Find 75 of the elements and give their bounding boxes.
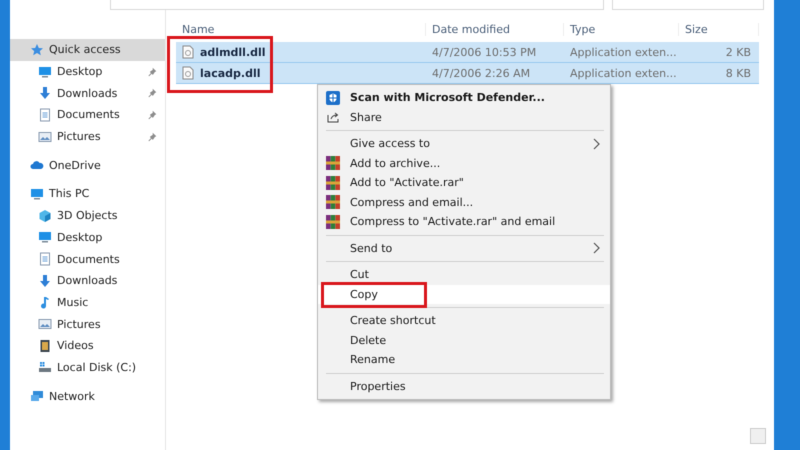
shield-icon — [326, 90, 340, 105]
pin-icon — [147, 66, 157, 77]
nav-item[interactable]: Local Disk (C:) — [10, 356, 165, 378]
chevron-right-icon — [593, 138, 600, 150]
download-arrow-icon — [38, 274, 52, 288]
nav-item[interactable]: This PC — [10, 183, 165, 205]
drive-icon — [38, 360, 52, 374]
network-icon — [30, 389, 44, 404]
menu-item[interactable]: Delete — [318, 330, 610, 350]
menu-item[interactable]: Scan with Microsoft Defender... — [318, 88, 610, 108]
file-name: adlmdll.dll — [200, 46, 266, 58]
cube-icon — [38, 208, 52, 223]
nav-item[interactable]: Network — [10, 385, 165, 407]
menu-item[interactable]: Give access to — [318, 134, 610, 154]
nav-item[interactable]: Documents — [10, 104, 165, 126]
menu-item[interactable]: Create shortcut — [318, 311, 610, 330]
nav-item[interactable]: Documents — [10, 248, 165, 270]
archive-books-icon — [326, 176, 340, 190]
star-icon — [30, 42, 44, 57]
nav-item[interactable]: 3D Objects — [10, 204, 165, 226]
nav-item[interactable]: Videos — [10, 334, 165, 357]
nav-item[interactable]: Pictures — [10, 313, 165, 335]
size-cell-text: 2 KB — [724, 46, 752, 58]
archive-books-icon — [326, 195, 340, 210]
monitor-icon — [38, 230, 52, 244]
download-arrow-icon — [38, 86, 52, 100]
menu-item[interactable]: Add to "Activate.rar" — [318, 173, 610, 192]
date-cell-text: 4/7/2006 10:53 PM — [431, 46, 538, 58]
scrollbar-corner — [750, 428, 766, 444]
menu-item[interactable]: Properties — [318, 376, 610, 396]
document-icon — [38, 252, 52, 266]
pin-icon — [147, 132, 157, 142]
pin-icon — [147, 110, 157, 120]
column-header[interactable]: Date modified — [426, 22, 564, 36]
column-header[interactable]: Name — [176, 22, 426, 36]
address-bar[interactable] — [110, 0, 604, 10]
menu-item[interactable]: Add to archive... — [318, 154, 610, 173]
menu-item[interactable]: Compress and email... — [318, 192, 610, 212]
menu-item[interactable]: Send to — [318, 238, 610, 258]
picture-icon — [38, 317, 52, 332]
nav-item[interactable]: Downloads — [10, 82, 165, 104]
chevron-right-icon — [593, 242, 600, 254]
share-icon — [326, 110, 340, 124]
menu-item[interactable]: Compress to "Activate.rar" and email — [318, 212, 610, 232]
archive-books-icon — [326, 156, 340, 170]
file-name: lacadp.dll — [200, 66, 260, 80]
menu-item[interactable]: Rename — [318, 350, 610, 370]
nav-item[interactable]: OneDrive — [10, 154, 165, 176]
nav-item[interactable]: Pictures — [10, 126, 165, 148]
nav-item[interactable]: Desktop — [10, 60, 165, 82]
music-note-icon — [38, 295, 52, 310]
film-icon — [38, 338, 52, 353]
nav-item[interactable]: Music — [10, 292, 165, 314]
pin-icon — [147, 88, 157, 98]
nav-item[interactable]: Quick access — [10, 39, 165, 61]
search-field[interactable] — [612, 0, 764, 10]
date-cell-text: 4/7/2006 2:26 AM — [431, 66, 532, 80]
nav-item[interactable]: Downloads — [10, 270, 165, 292]
menu-item[interactable]: Cut — [318, 265, 610, 284]
file-icon — [182, 45, 194, 59]
monitor-icon — [38, 64, 52, 79]
monitor-icon — [30, 186, 44, 201]
column-header[interactable]: Size — [679, 22, 759, 36]
archive-books-icon — [326, 214, 340, 229]
column-header[interactable]: Type — [564, 22, 679, 36]
document-icon — [38, 108, 52, 122]
picture-icon — [38, 130, 52, 144]
size-cell-text: 8 KB — [724, 66, 752, 80]
type-cell-text: Application exten... — [569, 46, 678, 58]
menu-item[interactable]: Share — [318, 108, 610, 127]
nav-item[interactable]: Desktop — [10, 226, 165, 248]
type-cell-text: Application exten... — [569, 66, 678, 80]
file-row[interactable]: adlmdll.dll 4/7/2006 10:53 PM Application exten... 2 KB — [176, 42, 759, 63]
file-row[interactable]: lacadp.dll 4/7/2006 2:26 AM Application exten... 8 KB — [176, 63, 759, 84]
file-icon — [182, 66, 194, 80]
